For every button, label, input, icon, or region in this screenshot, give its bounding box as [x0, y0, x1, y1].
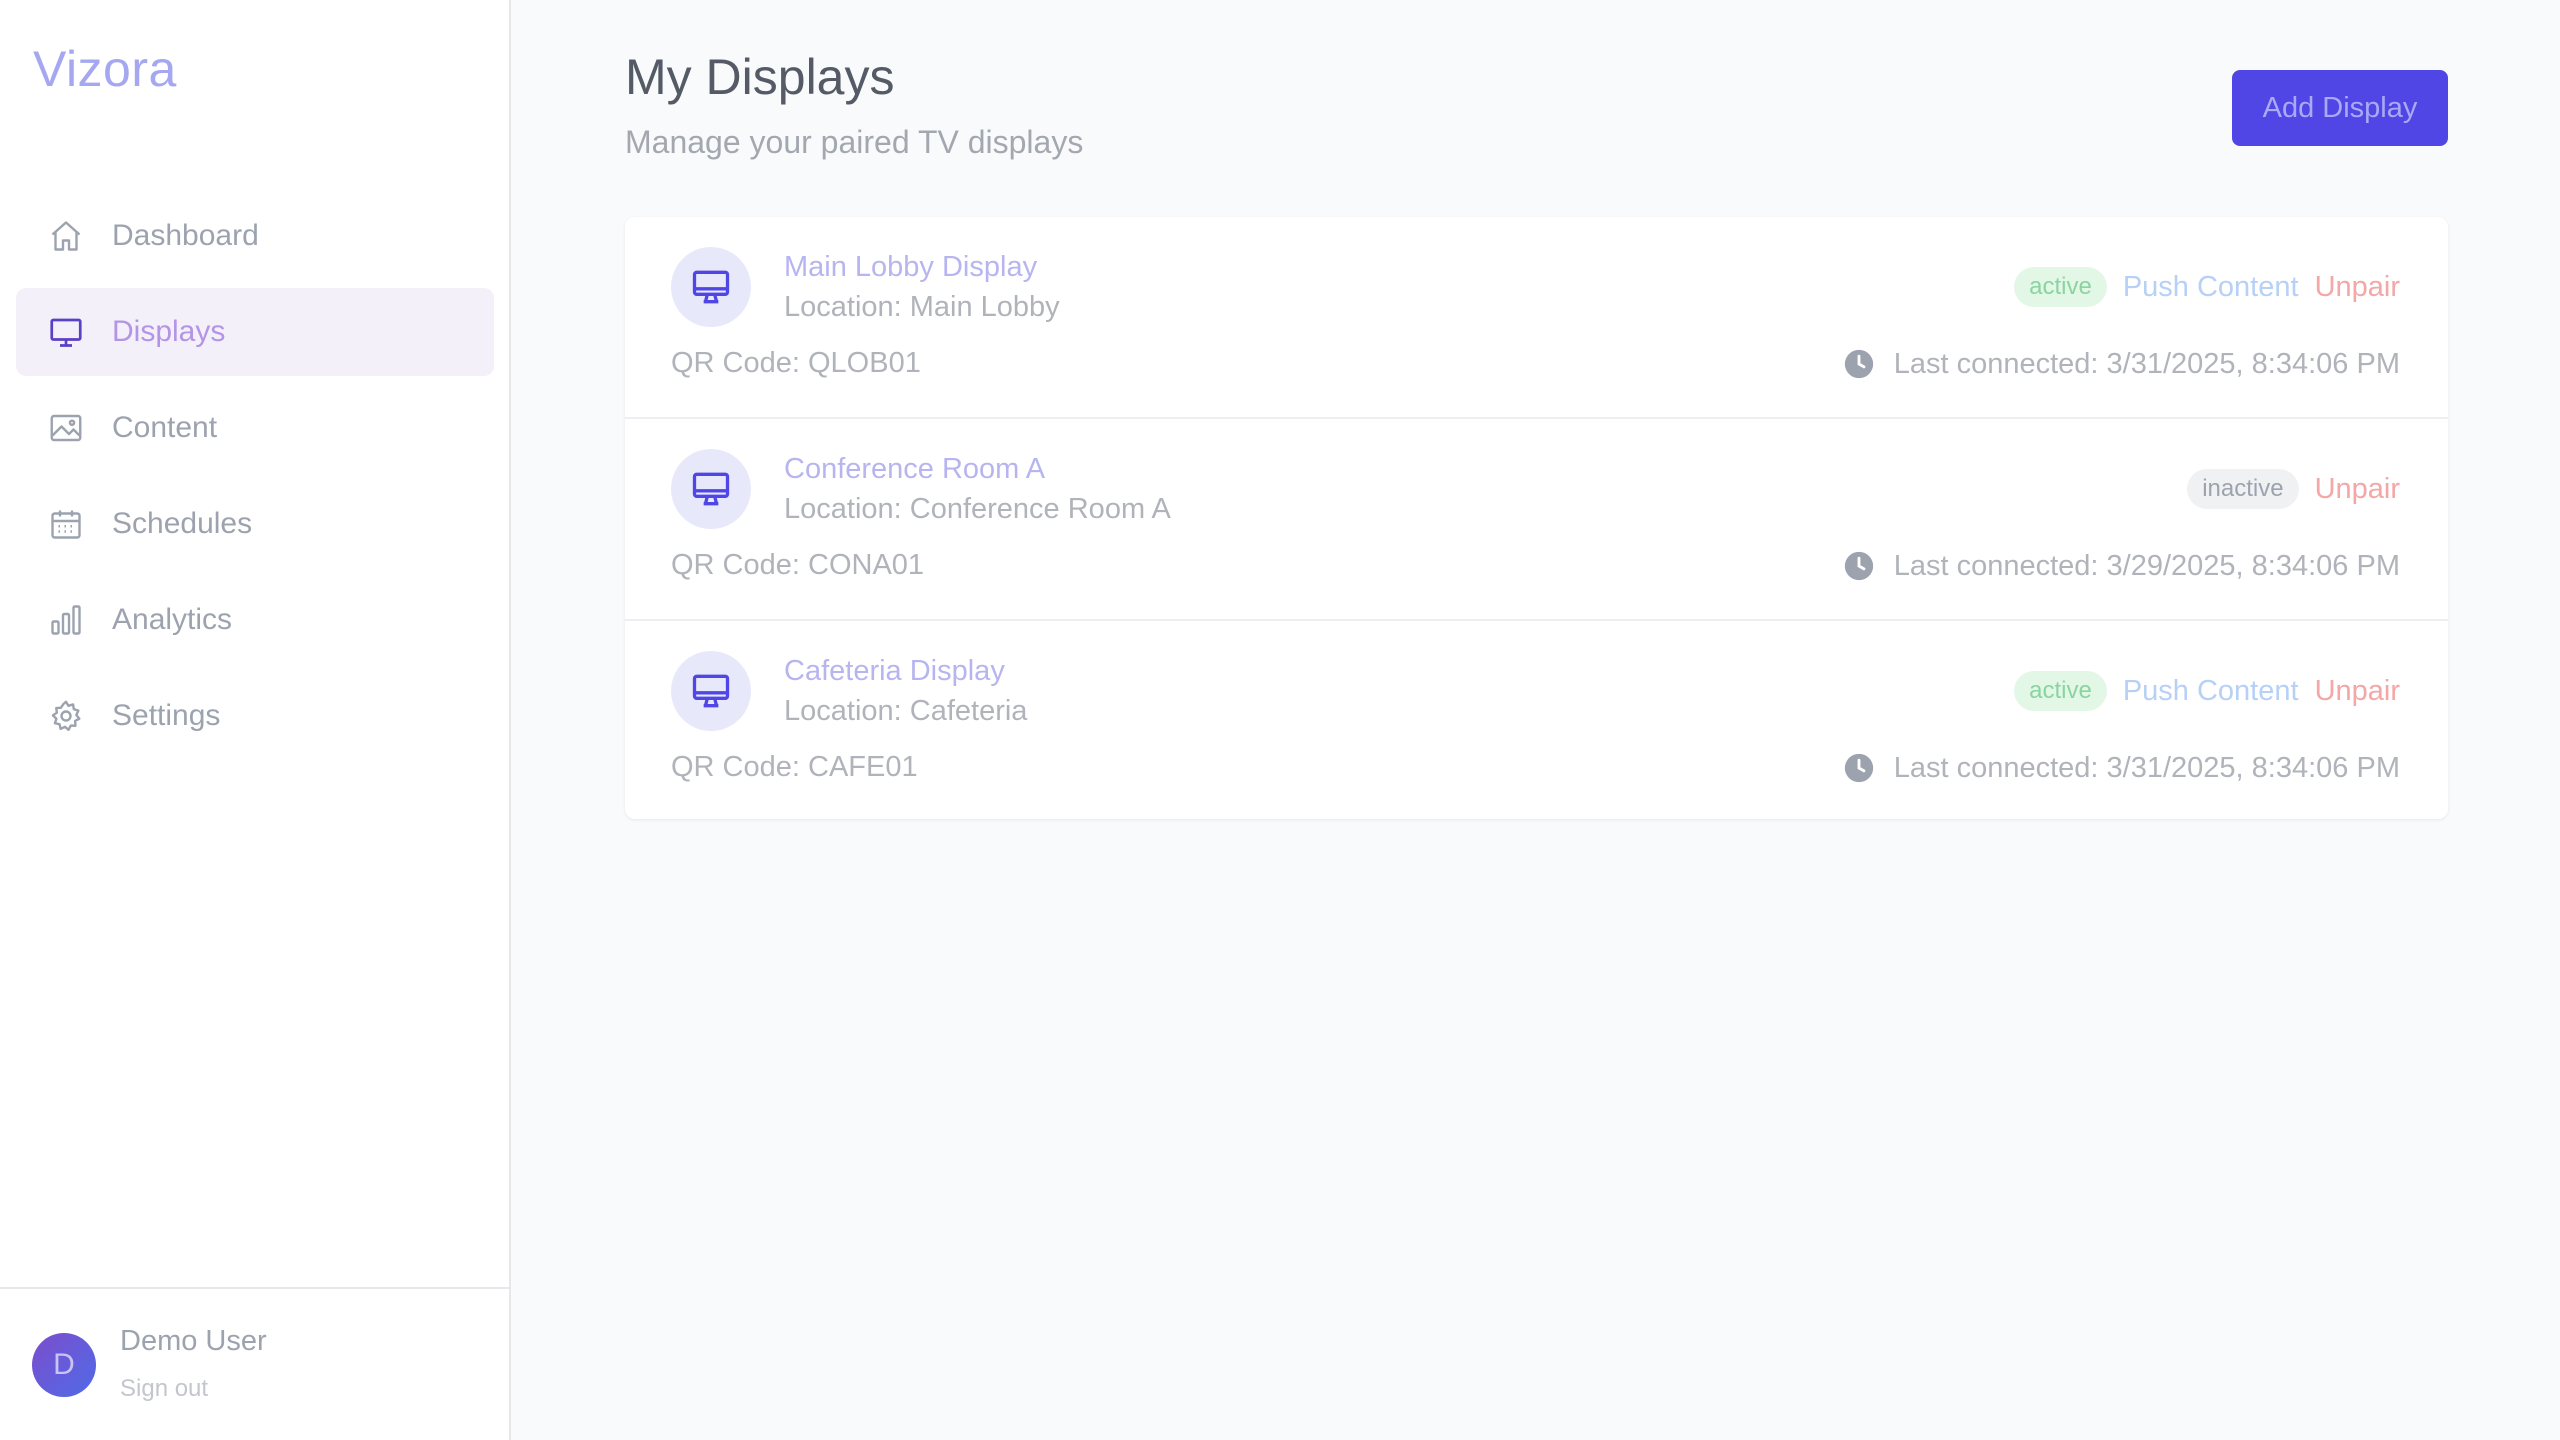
- sidebar-item-dashboard[interactable]: Dashboard: [16, 192, 494, 280]
- monitor-icon: [671, 247, 751, 327]
- calendar-icon: [48, 506, 84, 542]
- unpair-link[interactable]: Unpair: [2315, 473, 2400, 506]
- display-qr-code: QR Code: QLOB01: [671, 347, 921, 379]
- display-actions: inactive Unpair: [2187, 469, 2400, 509]
- sidebar-item-label: Displays: [112, 315, 226, 348]
- sidebar-item-label: Content: [112, 411, 218, 444]
- sidebar-item-analytics[interactable]: Analytics: [16, 576, 494, 664]
- push-content-link[interactable]: Push Content: [2123, 271, 2299, 304]
- display-row: Main Lobby Display Location: Main Lobby …: [625, 217, 2448, 419]
- status-badge: active: [2014, 671, 2107, 711]
- sidebar-item-content[interactable]: Content: [16, 384, 494, 472]
- bar-chart-icon: [48, 602, 84, 638]
- status-badge: active: [2014, 267, 2107, 307]
- clock-icon: [1842, 751, 1876, 785]
- display-name-link[interactable]: Cafeteria Display: [784, 655, 1005, 688]
- sign-out-link[interactable]: Sign out: [120, 1375, 208, 1403]
- last-connected: Last connected: 3/29/2025, 8:34:06 PM: [1842, 549, 2400, 583]
- last-connected-text: Last connected: 3/31/2025, 8:34:06 PM: [1893, 347, 2400, 380]
- page-title: My Displays: [625, 49, 895, 105]
- last-connected: Last connected: 3/31/2025, 8:34:06 PM: [1842, 347, 2400, 381]
- sidebar-item-settings[interactable]: Settings: [16, 672, 494, 760]
- unpair-link[interactable]: Unpair: [2315, 675, 2400, 708]
- add-display-button[interactable]: Add Display: [2232, 70, 2448, 146]
- display-location: Location: Main Lobby: [784, 291, 1060, 323]
- last-connected: Last connected: 3/31/2025, 8:34:06 PM: [1842, 751, 2400, 785]
- image-icon: [48, 410, 84, 446]
- display-location: Location: Conference Room A: [784, 493, 1171, 525]
- display-name-link[interactable]: Conference Room A: [784, 453, 1045, 486]
- monitor-icon: [671, 651, 751, 731]
- sidebar-item-displays[interactable]: Displays: [16, 288, 494, 376]
- display-location: Location: Cafeteria: [784, 695, 1028, 727]
- sidebar-nav: Dashboard Displays Content Schedules Ana…: [16, 192, 494, 768]
- page-subtitle: Manage your paired TV displays: [625, 124, 1084, 160]
- sidebar-item-label: Dashboard: [112, 219, 259, 252]
- displays-list: Main Lobby Display Location: Main Lobby …: [625, 217, 2448, 819]
- push-content-link[interactable]: Push Content: [2123, 675, 2299, 708]
- sidebar-item-schedules[interactable]: Schedules: [16, 480, 494, 568]
- display-qr-code: QR Code: CAFE01: [671, 751, 918, 783]
- user-name: Demo User: [120, 1325, 267, 1357]
- clock-icon: [1842, 549, 1876, 583]
- status-badge: inactive: [2187, 469, 2299, 509]
- home-icon: [48, 218, 84, 254]
- last-connected-text: Last connected: 3/31/2025, 8:34:06 PM: [1893, 751, 2400, 784]
- monitor-icon: [671, 449, 751, 529]
- sidebar-item-label: Schedules: [112, 507, 253, 540]
- last-connected-text: Last connected: 3/29/2025, 8:34:06 PM: [1893, 549, 2400, 582]
- sidebar-item-label: Analytics: [112, 603, 233, 636]
- monitor-icon: [48, 314, 84, 350]
- unpair-link[interactable]: Unpair: [2315, 271, 2400, 304]
- clock-icon: [1842, 347, 1876, 381]
- display-actions: active Push Content Unpair: [2014, 267, 2400, 307]
- avatar: D: [32, 1333, 96, 1397]
- user-profile: D Demo User Sign out: [0, 1287, 509, 1440]
- sidebar-item-label: Settings: [112, 699, 221, 732]
- gear-icon: [48, 698, 84, 734]
- display-actions: active Push Content Unpair: [2014, 671, 2400, 711]
- display-name-link[interactable]: Main Lobby Display: [784, 251, 1037, 284]
- display-row: Cafeteria Display Location: Cafeteria QR…: [625, 621, 2448, 819]
- display-row: Conference Room A Location: Conference R…: [625, 419, 2448, 621]
- app-logo[interactable]: Vizora: [33, 40, 177, 98]
- display-qr-code: QR Code: CONA01: [671, 549, 925, 581]
- sidebar: Vizora Dashboard Displays Content Schedu…: [0, 0, 511, 1440]
